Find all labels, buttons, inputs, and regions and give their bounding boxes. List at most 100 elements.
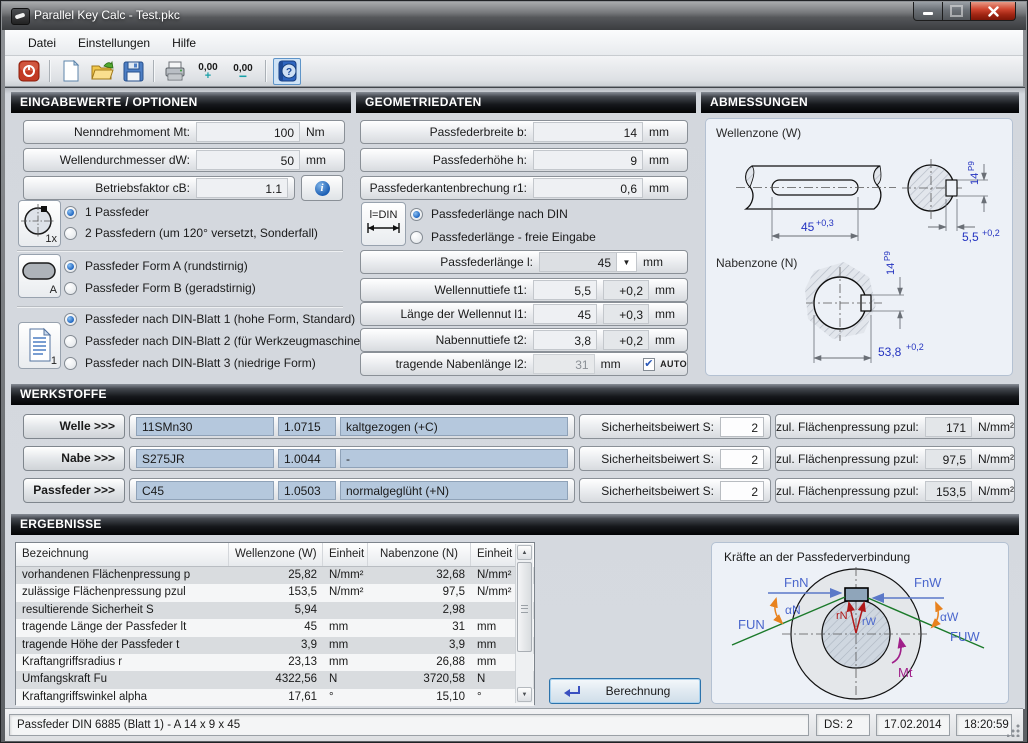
hub-material-button[interactable]: Nabe >>> (23, 446, 125, 471)
shaft-material-number: 1.0715 (278, 417, 336, 436)
torque-input[interactable]: 100 (196, 122, 300, 142)
key-height-label: Passfederhöhe h: (361, 153, 533, 167)
scrollbar-thumb[interactable] (517, 562, 532, 652)
maximize-button[interactable] (943, 2, 971, 21)
shaft-groove-depth-input[interactable]: 5,5 (533, 280, 597, 300)
geometry-section-header: GEOMETRIEDATEN (356, 92, 696, 113)
hub-zone-label: Nabenzone (N) (716, 256, 797, 270)
new-file-icon (61, 60, 81, 82)
shaft-diameter-row: Wellendurchmesser dW: 50 mm (23, 148, 345, 172)
option-form-a[interactable]: Passfeder Form A (rundstirnig) (64, 258, 248, 274)
hub-pressure-value: 97,5 (925, 449, 972, 469)
menu-hilfe[interactable]: Hilfe (161, 32, 207, 54)
open-file-button[interactable] (88, 58, 116, 85)
shaft-groove-length-input[interactable]: 45 (533, 304, 597, 324)
hub-length-input: 31 (533, 354, 595, 374)
radio-icon (64, 260, 77, 273)
option-din-sheet-3[interactable]: Passfeder nach DIN-Blatt 3 (niedrige For… (64, 355, 316, 371)
key-count-iconbox: 1x (18, 200, 61, 247)
resize-grip[interactable] (1007, 724, 1020, 737)
option-length-din-label: Passfederlänge nach DIN (431, 207, 568, 221)
hub-groove-depth-unit: mm (649, 333, 675, 347)
key-form-iconbox: A (18, 254, 61, 298)
triangle-down-icon: ▼ (522, 692, 528, 698)
menu-bar: Datei Einstellungen Hilfe (5, 30, 1023, 56)
option-din-sheet-2[interactable]: Passfeder nach DIN-Blatt 2 (für Werkzeug… (64, 333, 371, 349)
shaft-safety-row: Sicherheitsbeiwert S: 2 (579, 414, 771, 439)
cell: Kraftangriffswinkel alpha (16, 689, 229, 706)
force-label-fuw: FUW (950, 629, 980, 644)
scroll-up-button[interactable]: ▲ (517, 545, 532, 560)
key-pressure-row: zul. Flächenpressung pzul: 153,5 N/mm² (775, 478, 1015, 503)
app-window: Parallel Key Calc - Test.pkc Datei Einst… (0, 0, 1028, 743)
option-length-free[interactable]: Passfederlänge - freie Eingabe (410, 229, 596, 245)
table-scrollbar[interactable]: ▲ ▼ (515, 544, 533, 703)
key-length-value[interactable]: 45 (539, 252, 617, 272)
key-length-dropdown[interactable]: ▼ (617, 252, 637, 272)
key-height-unit: mm (643, 153, 669, 167)
help-button[interactable]: ? (273, 58, 301, 85)
hub-groove-depth-input[interactable]: 3,8 (533, 330, 597, 350)
decimals-decrease-button[interactable]: 0,00 − (227, 58, 259, 85)
key-height-input[interactable]: 9 (533, 150, 643, 170)
enter-arrow-icon (562, 685, 582, 699)
shaft-diameter-input[interactable]: 50 (196, 150, 300, 170)
cell: 45 (229, 619, 323, 636)
shaft-groove-length-row: Länge der Wellennut l1: 45 +0,3 mm (360, 302, 688, 326)
cell: vorhandenen Flächenpressung p (16, 567, 229, 584)
service-factor-input[interactable]: 1.1 (196, 178, 288, 198)
radio-icon (64, 227, 77, 240)
option-din-sheet-1[interactable]: Passfeder nach DIN-Blatt 1 (hohe Form, S… (64, 311, 355, 327)
close-button[interactable] (971, 2, 1016, 21)
option-form-b[interactable]: Passfeder Form B (geradstirnig) (64, 280, 256, 296)
auto-checkbox[interactable]: ✔ (643, 358, 655, 371)
cell: N/mm² (471, 567, 517, 584)
option-two-keys[interactable]: 2 Passfedern (um 120° versetzt, Sonderfa… (64, 225, 318, 241)
cell: 3,9 (368, 637, 471, 654)
shaft-material-button[interactable]: Welle >>> (23, 414, 125, 439)
service-factor-row: Betriebsfaktor cB: 1.1 (23, 176, 295, 200)
cell: mm (471, 637, 517, 654)
key-width-input[interactable]: 14 (533, 122, 643, 142)
calculate-button[interactable]: Berechnung (549, 678, 701, 704)
scroll-down-button[interactable]: ▼ (517, 687, 532, 702)
key-material-button[interactable]: Passfeder >>> (23, 478, 125, 503)
cell: 32,68 (368, 567, 471, 584)
toolbar-separator (49, 60, 51, 82)
hub-groove-depth-row: Nabennuttiefe t2: 3,8 +0,2 mm (360, 328, 688, 352)
exit-button[interactable] (15, 58, 43, 85)
cell: 17,61 (229, 689, 323, 706)
key-pressure-unit: N/mm² (972, 484, 1014, 498)
info-button[interactable]: i (301, 175, 343, 201)
din-sheet-iconbox: 1 (18, 322, 61, 369)
status-ds: DS: 2 (816, 714, 870, 736)
print-button[interactable] (161, 58, 189, 85)
save-button[interactable] (119, 58, 147, 85)
torque-unit: Nm (300, 125, 325, 139)
shaft-groove-depth-label: Wellennuttiefe t1: (361, 283, 533, 297)
new-file-button[interactable] (57, 58, 85, 85)
shaft-safety-input[interactable]: 2 (720, 417, 764, 437)
forces-diagram: FnN FnW FUN FUW αN αW rN rW Mt (712, 567, 1008, 703)
option-length-din[interactable]: Passfederlänge nach DIN (410, 206, 568, 222)
hub-safety-input[interactable]: 2 (720, 449, 764, 469)
decimals-increase-button[interactable]: 0,00 + (192, 58, 224, 85)
menu-einstellungen[interactable]: Einstellungen (67, 32, 161, 54)
radio-icon (64, 206, 77, 219)
table-row: Kraftangriffswinkel alpha17,61°15,10° (16, 689, 534, 706)
option-din-sheet-1-label: Passfeder nach DIN-Blatt 1 (hohe Form, S… (85, 312, 355, 326)
key-chamfer-input[interactable]: 0,6 (533, 178, 643, 198)
key-material-name: C45 (136, 481, 274, 500)
option-one-key[interactable]: 1 Passfeder (64, 204, 149, 220)
key-safety-input[interactable]: 2 (720, 481, 764, 501)
status-bar: Passfeder DIN 6885 (Blatt 1) - A 14 x 9 … (5, 708, 1023, 741)
minimize-button[interactable] (913, 2, 943, 21)
cell: Umfangskraft Fu (16, 671, 229, 688)
forces-title: Kräfte an der Passfederverbindung (724, 550, 910, 564)
menu-datei[interactable]: Datei (17, 32, 67, 54)
key-width-unit: mm (643, 125, 669, 139)
shaft-groove-length-unit: mm (649, 307, 675, 321)
table-row: tragende Länge der Passfeder lt45mm31mm (16, 619, 534, 636)
dim-hub-diameter-tol: +0,2 (906, 342, 924, 352)
status-time: 18:20:59 (956, 714, 1012, 736)
